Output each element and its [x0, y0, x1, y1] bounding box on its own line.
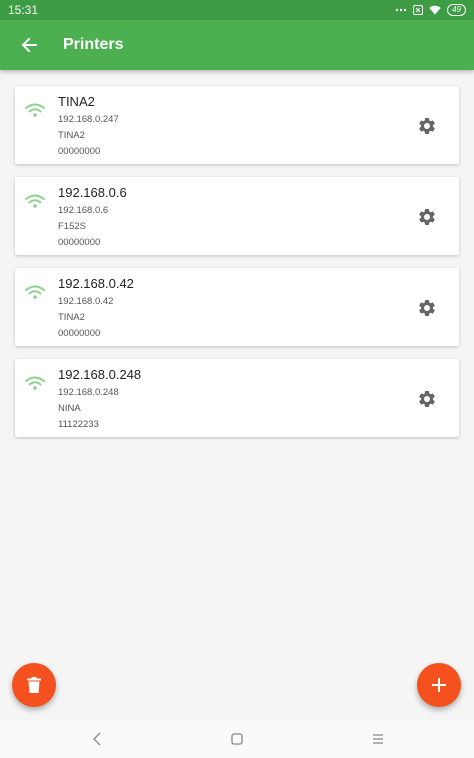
- gear-icon[interactable]: [417, 389, 437, 409]
- wifi-icon: [25, 376, 45, 390]
- printer-model: NINA: [58, 403, 81, 414]
- printer-model: TINA2: [58, 312, 85, 323]
- plus-icon: [432, 678, 446, 692]
- printer-card[interactable]: 192.168.0.42 192.168.0.42 TINA2 00000000: [15, 268, 459, 346]
- printer-list: TINA2 192.168.0.247 TINA2 00000000 192.1…: [15, 86, 459, 450]
- wifi-status-icon: [429, 5, 441, 15]
- printer-info: TINA2 192.168.0.247 TINA2 00000000: [58, 94, 119, 160]
- status-bar: 15:31 49: [0, 0, 474, 20]
- gear-icon[interactable]: [417, 116, 437, 136]
- printer-card[interactable]: TINA2 192.168.0.247 TINA2 00000000: [15, 86, 459, 164]
- printer-model: TINA2: [58, 130, 85, 141]
- printer-model: F152S: [58, 221, 86, 232]
- wifi-icon: [25, 194, 45, 208]
- wifi-icon: [25, 285, 45, 299]
- page-title: Printers: [63, 36, 124, 53]
- printer-ip: 192.168.0.6: [58, 205, 109, 216]
- printer-serial: 11122233: [58, 419, 99, 430]
- more-dots-icon: [395, 8, 407, 12]
- printer-name: 192.168.0.248: [58, 367, 142, 382]
- nav-home-icon: [231, 733, 243, 745]
- printer-card[interactable]: 192.168.0.6 192.168.0.6 F152S 00000000: [15, 177, 459, 255]
- system-nav-bar: [0, 720, 474, 758]
- status-icons: 49: [395, 4, 466, 16]
- gear-icon[interactable]: [417, 207, 437, 227]
- printer-serial: 00000000: [58, 328, 101, 339]
- nav-home-button[interactable]: [228, 730, 246, 748]
- back-button[interactable]: [17, 33, 41, 57]
- trash-icon: [27, 677, 41, 693]
- printer-info: 192.168.0.42 192.168.0.42 TINA2 00000000: [58, 276, 134, 342]
- battery-icon: 49: [447, 4, 466, 16]
- sim-off-icon: [413, 5, 424, 15]
- nav-menu-icon: [373, 734, 383, 744]
- nav-back-button[interactable]: [88, 730, 106, 748]
- printer-name: TINA2: [58, 94, 95, 109]
- printer-ip: 192.168.0.42: [58, 296, 114, 307]
- nav-menu-button[interactable]: [369, 730, 387, 748]
- arrow-left-icon: [21, 37, 37, 53]
- delete-printer-button[interactable]: [12, 663, 56, 707]
- app-bar: Printers: [0, 20, 474, 70]
- printer-ip: 192.168.0.248: [58, 387, 119, 398]
- gear-icon[interactable]: [417, 298, 437, 318]
- printer-info: 192.168.0.6 192.168.0.6 F152S 00000000: [58, 185, 127, 251]
- status-time: 15:31: [8, 3, 39, 17]
- printer-serial: 00000000: [58, 237, 101, 248]
- wifi-icon: [25, 103, 45, 117]
- printer-serial: 00000000: [58, 146, 101, 157]
- printer-card[interactable]: 192.168.0.248 192.168.0.248 NINA 1112223…: [15, 359, 459, 437]
- printer-info: 192.168.0.248 192.168.0.248 NINA 1112223…: [58, 367, 141, 433]
- printer-name: 192.168.0.6: [58, 185, 127, 200]
- printer-ip: 192.168.0.247: [58, 114, 119, 125]
- printer-name: 192.168.0.42: [58, 276, 134, 291]
- add-printer-button[interactable]: [417, 663, 461, 707]
- nav-back-icon: [93, 732, 101, 746]
